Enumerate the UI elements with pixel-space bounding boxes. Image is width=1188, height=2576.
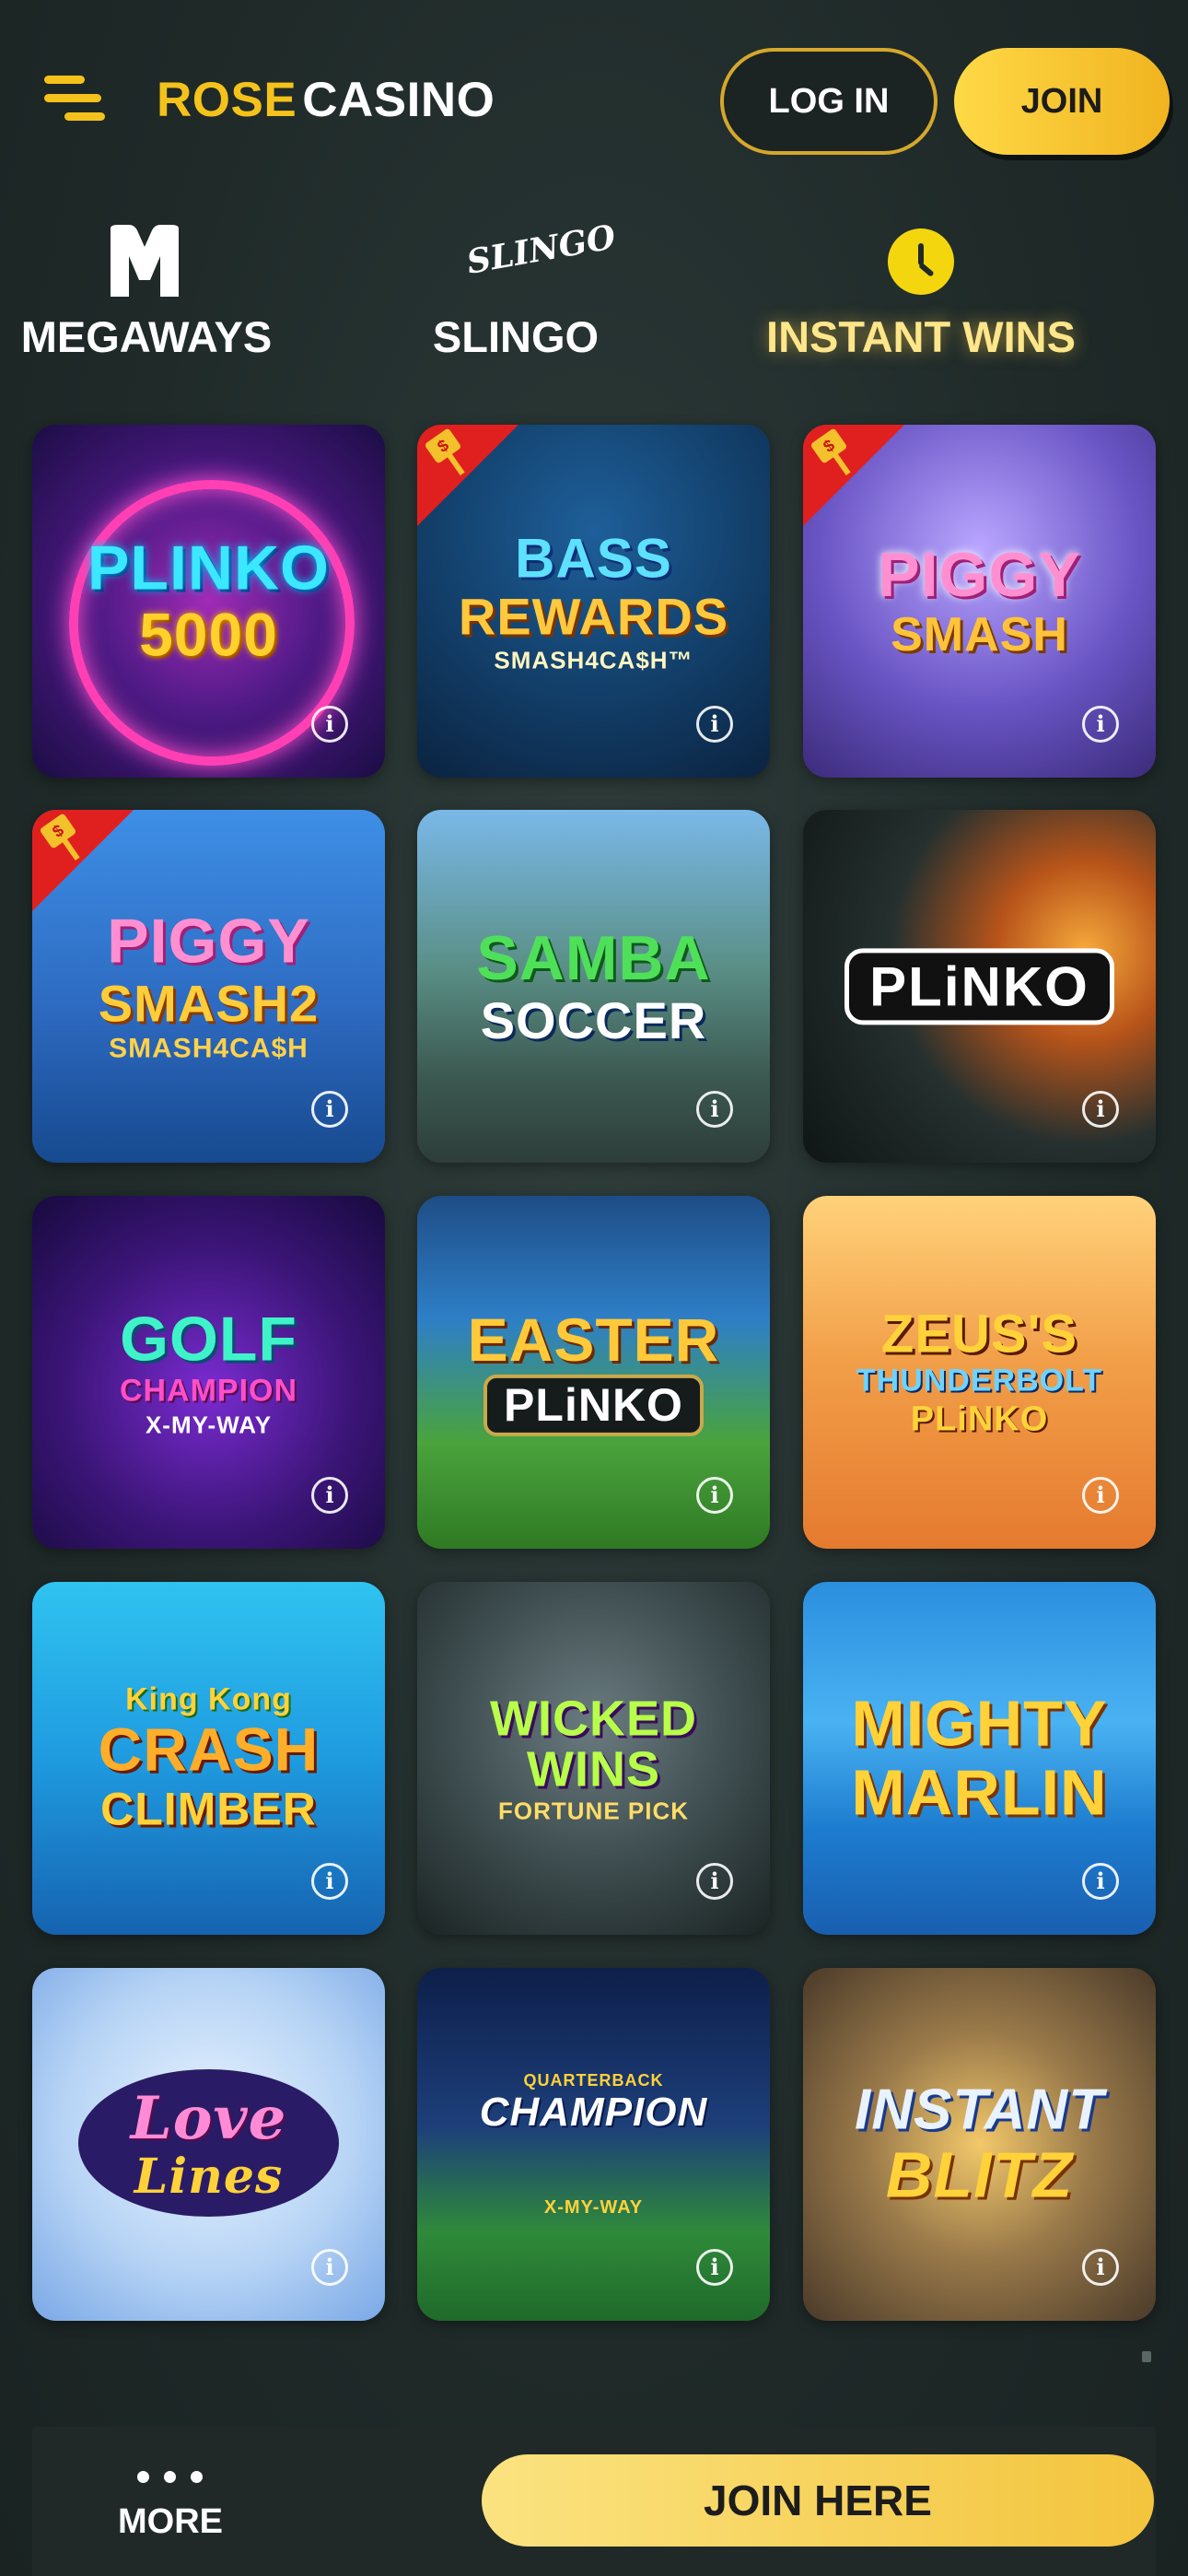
join-here-button[interactable]: JOIN HERE: [482, 2454, 1154, 2547]
game-tile-mighty-marlin[interactable]: MIGHTY MARLIN i: [803, 1582, 1156, 1935]
info-icon[interactable]: i: [696, 1863, 733, 1900]
category-label: INSTANT WINS: [766, 312, 1076, 361]
info-icon[interactable]: i: [696, 2249, 733, 2286]
game-title: PLiNKO: [812, 947, 1147, 1025]
rose-casino-logo[interactable]: ROSE CASINO: [157, 72, 495, 128]
game-title: EASTER PLiNKO: [426, 1308, 761, 1436]
category-megaways[interactable]: MEGAWAYS: [0, 219, 293, 367]
game-title: QUARTERBACK CHAMPION X-MY-WAY: [479, 2070, 708, 2218]
game-title: PIGGY SMASH2 SMASH4CA$H: [98, 905, 320, 1064]
game-title: Love Lines: [130, 2083, 287, 2205]
slingo-logo-icon: SLINGO: [463, 217, 619, 282]
category-label: SLINGO: [432, 312, 600, 361]
more-label: MORE: [118, 2502, 223, 2541]
game-tile-wicked-wins[interactable]: WICKED WINS FORTUNE PICK i: [417, 1582, 770, 1935]
info-icon[interactable]: i: [1082, 1477, 1119, 1514]
bottom-bar: MORE JOIN HERE: [32, 2427, 1156, 2576]
game-tile-quarterback-champion[interactable]: QUARTERBACK CHAMPION X-MY-WAY i: [417, 1968, 770, 2321]
info-icon[interactable]: i: [1082, 1091, 1119, 1128]
more-dots-icon: [137, 2471, 204, 2484]
info-icon[interactable]: i: [311, 1477, 348, 1514]
scroll-indicator: [1142, 2351, 1151, 2362]
game-title: MIGHTY MARLIN: [851, 1687, 1108, 1829]
top-header: ROSE CASINO LOG IN JOIN: [0, 0, 1188, 203]
info-icon[interactable]: i: [696, 1091, 733, 1128]
game-tile-love-lines[interactable]: Love Lines i: [32, 1968, 385, 2321]
game-title: INSTANT BLITZ: [854, 2078, 1105, 2211]
info-icon[interactable]: i: [311, 1863, 348, 1900]
category-slingo[interactable]: SLINGO SLINGO: [396, 217, 635, 367]
info-icon[interactable]: i: [311, 1091, 348, 1128]
info-icon[interactable]: i: [1082, 1863, 1119, 1900]
game-title: BASS REWARDS SMASH4CA$H™: [458, 527, 729, 674]
megaways-m-icon: [111, 225, 179, 297]
game-title: PIGGY SMASH: [878, 539, 1081, 662]
game-title: King Kong CRASH CLIMBER: [98, 1681, 320, 1835]
clock-icon: [888, 228, 954, 295]
category-label: MEGAWAYS: [20, 312, 273, 361]
login-button[interactable]: LOG IN: [720, 48, 938, 155]
info-icon[interactable]: i: [311, 706, 348, 743]
game-tile-piggy-smash-2[interactable]: $ PIGGY SMASH2 SMASH4CA$H i: [32, 810, 385, 1163]
hamburger-menu-icon[interactable]: [41, 72, 112, 125]
game-tile-easter-plinko[interactable]: EASTER PLiNKO i: [417, 1196, 770, 1549]
game-tile-golf-champion[interactable]: GOLF CHAMPION X-MY-WAY i: [32, 1196, 385, 1549]
logo-rose-text: ROSE: [157, 73, 297, 127]
game-tile-instant-blitz[interactable]: INSTANT BLITZ i: [803, 1968, 1156, 2321]
info-icon[interactable]: i: [1082, 2249, 1119, 2286]
game-title: GOLF CHAMPION X-MY-WAY: [119, 1304, 298, 1439]
game-title: SAMBA SOCCER: [476, 922, 711, 1049]
info-icon[interactable]: i: [696, 1477, 733, 1514]
game-tile-samba-soccer[interactable]: SAMBA SOCCER i: [417, 810, 770, 1163]
game-title: WICKED WINS FORTUNE PICK: [490, 1691, 697, 1825]
game-tile-plinko-5000[interactable]: PLINKO 5000 i: [32, 425, 385, 778]
game-title: PLINKO 5000: [87, 533, 330, 669]
game-title: ZEUS'S THUNDERBOLT PLiNKO: [856, 1304, 1103, 1440]
game-tile-piggy-smash[interactable]: $ PIGGY SMASH i: [803, 425, 1156, 778]
info-icon[interactable]: i: [696, 706, 733, 743]
join-button[interactable]: JOIN: [954, 48, 1170, 155]
game-tile-king-kong-crash-climber[interactable]: King Kong CRASH CLIMBER i: [32, 1582, 385, 1935]
more-button[interactable]: MORE: [106, 2454, 235, 2556]
logo-casino-text: CASINO: [302, 73, 495, 127]
category-instant-wins[interactable]: INSTANT WINS: [746, 219, 1096, 367]
game-tile-plinko[interactable]: PLiNKO i: [803, 810, 1156, 1163]
game-grid: PLINKO 5000 i $ BASS REWARDS SMASH4CA$H™ i …: [32, 425, 1156, 2323]
info-icon[interactable]: i: [311, 2249, 348, 2286]
game-tile-bass-rewards[interactable]: $ BASS REWARDS SMASH4CA$H™ i: [417, 425, 770, 778]
info-icon[interactable]: i: [1082, 706, 1119, 743]
game-tile-zeus-thunderbolt-plinko[interactable]: ZEUS'S THUNDERBOLT PLiNKO i: [803, 1196, 1156, 1549]
